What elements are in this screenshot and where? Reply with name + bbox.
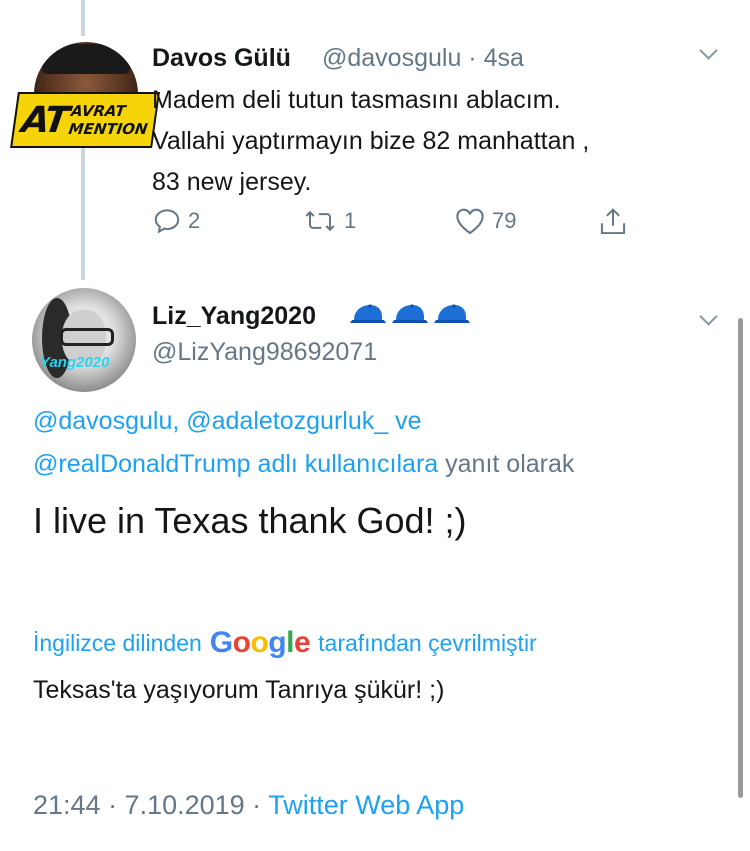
like-button[interactable]: 79 <box>454 206 516 236</box>
retweet-count: 1 <box>344 208 357 233</box>
tweet-text: Madem deli tutun tasmasını ablacım. Vall… <box>152 86 590 196</box>
tweet-actions: 2 1 79 <box>152 206 652 242</box>
cap-icon <box>392 304 428 323</box>
retweet-icon <box>305 210 335 232</box>
tweet-meta: 21:44 · 7.10.2019 · Twitter Web App <box>33 790 464 821</box>
share-icon <box>600 208 626 235</box>
badge-top-text: AVRAT <box>69 102 127 120</box>
reply-button[interactable]: 2 <box>152 206 200 236</box>
chevron-down-icon[interactable] <box>699 307 718 326</box>
timestamp[interactable]: 21:44 · 7.10.2019 · <box>33 790 261 820</box>
name-emoji <box>350 304 476 326</box>
translated-suffix: tarafından çevrilmiştir <box>318 629 537 656</box>
replying-to: @davosgulu, @adaletozgurluk_ ve @realDon… <box>33 400 723 486</box>
user-name[interactable]: Davos Gülü <box>152 44 291 73</box>
avatar-badge: AT AVRAT MENTION <box>10 92 160 148</box>
translation-text: Teksas'ta yaşıyorum Tanrıya şükür! ;) <box>33 676 445 704</box>
avatar-hair <box>42 44 130 74</box>
user-name[interactable]: Liz_Yang2020 <box>152 302 316 331</box>
badge-bottom-text: MENTION <box>67 120 149 138</box>
reply-count: 2 <box>188 208 201 233</box>
cap-icon <box>434 304 470 323</box>
user-handle-time[interactable]: @davosgulu · 4sa <box>322 44 524 73</box>
replying-links[interactable]: @realDonaldTrump adlı kullanıcılara <box>33 450 438 478</box>
google-logo: Google <box>209 626 311 659</box>
avatar-text: Yang2020 <box>40 354 110 371</box>
translated-prefix: İngilizce dilinden <box>33 629 202 656</box>
source-link[interactable]: Twitter Web App <box>268 790 464 820</box>
replying-links[interactable]: @davosgulu, @adaletozgurluk_ ve <box>33 400 723 443</box>
chevron-down-icon[interactable] <box>699 41 718 60</box>
heart-icon <box>456 208 484 235</box>
scrollbar[interactable] <box>738 318 743 798</box>
translated-by: İngilizce dilinden Google tarafından çev… <box>33 626 537 660</box>
user-handle[interactable]: @LizYang98692071 <box>152 338 377 367</box>
like-count: 79 <box>492 208 517 233</box>
tweet-text: I live in Texas thank God! ;) <box>33 500 467 541</box>
retweet-button[interactable]: 1 <box>302 206 356 236</box>
badge-big-text: AT <box>19 99 70 141</box>
thread-line <box>81 0 85 36</box>
avatar[interactable] <box>32 288 136 392</box>
reply-icon <box>154 209 180 234</box>
cap-icon <box>350 304 386 323</box>
replying-suffix: yanıt olarak <box>445 450 575 478</box>
avatar-glasses <box>60 328 114 346</box>
share-button[interactable] <box>598 206 628 238</box>
